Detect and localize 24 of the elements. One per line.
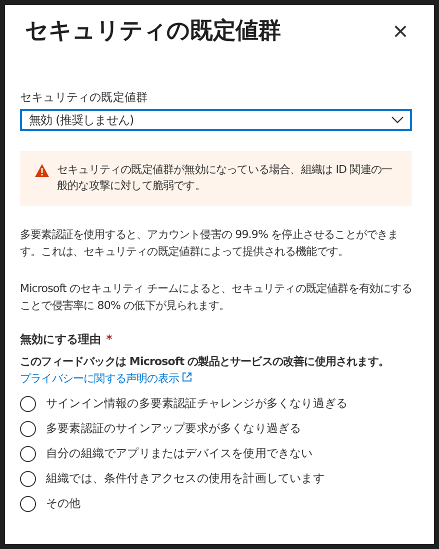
option-label: 組織では、条件付きアクセスの使用を計画しています [46, 471, 324, 486]
external-link-icon [182, 372, 192, 382]
radio-button[interactable] [20, 470, 36, 486]
radio-button[interactable] [20, 496, 36, 512]
dropdown-label: セキュリティの既定値群 [20, 90, 149, 105]
feedback-note: このフィードバックは Microsoft の製品とサービスの改善に使用されます。 プライバシーに関する声明の表示 [20, 354, 390, 387]
panel-title: セキュリティの既定値群 [25, 17, 281, 46]
chevron-down-icon [391, 116, 404, 124]
privacy-link[interactable]: プライバシーに関する声明の表示 [20, 372, 192, 385]
option-label: サインイン情報の多要素認証チャレンジが多くなり過ぎる [46, 396, 348, 411]
option-label: 自分の組織でアプリまたはデバイスを使用できない [46, 446, 313, 461]
radio-button[interactable] [20, 446, 36, 462]
option-label: 多要素認証のサインアップ要求が多くなり過ぎる [46, 421, 302, 436]
warning-text: セキュリティの既定値群が無効になっている場合、組織は ID 関連の一般的な攻撃に対して脆弱です。 [57, 162, 394, 194]
reason-label: 無効にする理由 [20, 332, 102, 347]
close-button[interactable]: × [386, 18, 414, 44]
required-mark: * [106, 332, 112, 347]
option-label: その他 [46, 496, 81, 511]
radio-button[interactable] [20, 396, 36, 412]
info-paragraph: 多要素認証を使用すると、アカウント侵害の 99.9% を停止させることができます。これは、セキュリティの既定値群によって提供される機能です。 [20, 227, 400, 260]
dropdown[interactable]: 無効 (推奨しません) [20, 109, 412, 131]
info-paragraph: Microsoft のセキュリティ チームによると、セキュリティの既定値群を有効にすることで侵害率に 80% の低下が見られます。 [20, 281, 412, 314]
radio-button[interactable] [20, 420, 36, 436]
warning-icon [35, 164, 49, 177]
